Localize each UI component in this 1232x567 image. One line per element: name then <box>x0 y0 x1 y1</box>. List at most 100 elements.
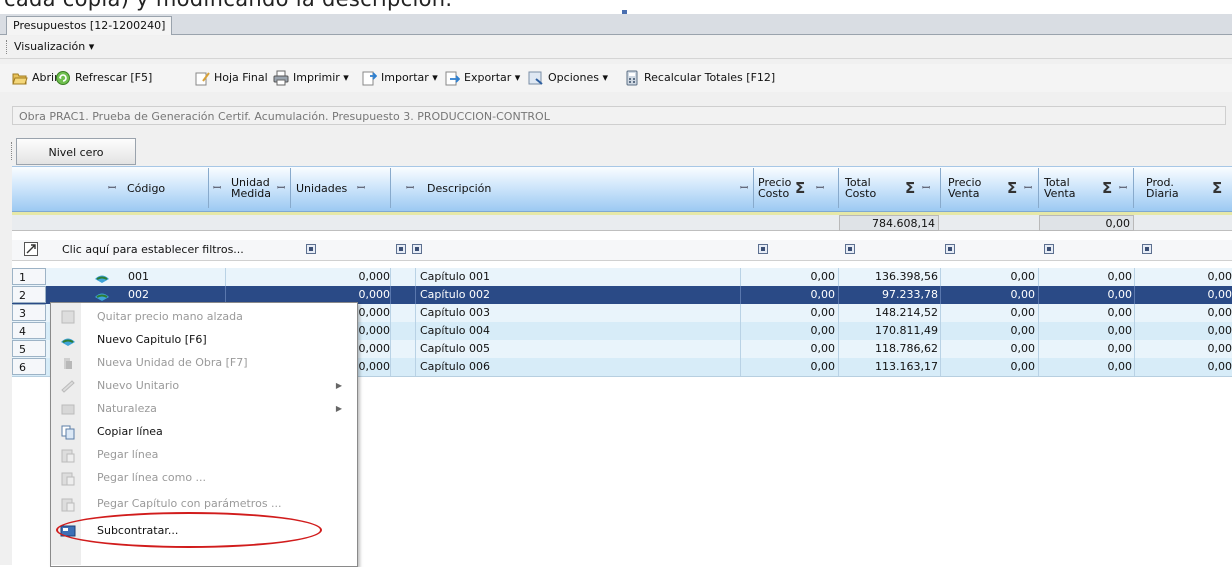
cell-prod[interactable]: 0,00 <box>1140 322 1232 340</box>
row-number[interactable]: 3 <box>12 304 46 321</box>
menu-item-naturaleza[interactable]: Naturaleza ▶ <box>52 398 354 420</box>
cell-total-costo[interactable]: 118.786,62 <box>840 340 938 358</box>
col-header-unidad-medida[interactable]: Unidad Medida <box>231 166 271 210</box>
col-header-precio-costo[interactable]: Precio Costo <box>758 166 791 210</box>
row-number[interactable]: 4 <box>12 322 46 339</box>
abrir-button[interactable]: Abrir <box>12 68 59 88</box>
cell-precio-costo[interactable]: 0,00 <box>750 268 836 286</box>
cell-precio-costo[interactable]: 0,00 <box>750 304 836 322</box>
filter-box-icon[interactable] <box>1044 244 1054 254</box>
col-header-precio-costo-line2: Costo <box>758 187 790 200</box>
pin-icon[interactable]: ꟷ <box>357 166 365 210</box>
sigma-icon[interactable]: Σ <box>795 166 805 210</box>
cell-unidades[interactable]: 0,000 <box>290 268 391 286</box>
cell-prod[interactable]: 0,00 <box>1140 268 1232 286</box>
cell-precio-costo[interactable]: 0,00 <box>750 358 836 376</box>
col-header-prod-diaria[interactable]: Prod. Diaria <box>1146 166 1179 210</box>
filter-box-icon[interactable] <box>758 244 768 254</box>
filter-box-icon[interactable] <box>396 244 406 254</box>
cell-total-venta[interactable]: 0,00 <box>1040 358 1133 376</box>
pin-icon[interactable]: ꟷ <box>740 166 748 210</box>
menu-item-nuevo-capitulo[interactable]: Nuevo Capitulo [F6] <box>52 329 354 351</box>
cell-total-venta[interactable]: 0,00 <box>1040 304 1133 322</box>
menu-item-pegar-linea[interactable]: Pegar línea <box>52 444 354 466</box>
sigma-icon[interactable]: Σ <box>905 166 915 210</box>
cell-descripcion[interactable]: Capítulo 004 <box>420 322 720 340</box>
cell-divider <box>940 304 941 322</box>
cell-descripcion[interactable]: Capítulo 001 <box>420 268 720 286</box>
menu-item-copiar-linea[interactable]: Copiar línea <box>52 421 354 443</box>
cell-total-costo[interactable]: 148.214,52 <box>840 304 938 322</box>
cell-total-costo[interactable]: 136.398,56 <box>840 268 938 286</box>
col-header-codigo[interactable]: Código <box>127 166 165 210</box>
filter-box-icon[interactable] <box>945 244 955 254</box>
cell-prod[interactable]: 0,00 <box>1140 304 1232 322</box>
col-header-unidades[interactable]: Unidades <box>296 166 347 210</box>
cell-total-venta[interactable]: 0,00 <box>1040 340 1133 358</box>
col-header-precio-venta[interactable]: Precio Venta <box>948 166 981 210</box>
pin-icon[interactable]: ꟷ <box>816 166 824 210</box>
cell-precio-costo[interactable]: 0,00 <box>750 322 836 340</box>
pin-icon[interactable]: ꟷ <box>213 166 221 210</box>
hoja-final-button[interactable]: Hoja Final <box>194 68 268 88</box>
cell-total-venta[interactable]: 0,00 <box>1040 268 1133 286</box>
cell-precio-venta[interactable]: 0,00 <box>945 268 1036 286</box>
cell-precio-venta[interactable]: 0,00 <box>945 304 1036 322</box>
cell-total-costo[interactable]: 113.163,17 <box>840 358 938 376</box>
cell-total-costo[interactable]: 97.233,78 <box>840 286 938 304</box>
cell-total-venta[interactable]: 0,00 <box>1040 286 1133 304</box>
row-number[interactable]: 1 <box>12 268 46 285</box>
sigma-icon[interactable]: Σ <box>1102 166 1112 210</box>
col-header-total-venta[interactable]: Total Venta <box>1044 166 1075 210</box>
cell-precio-venta[interactable]: 0,00 <box>945 286 1036 304</box>
row-number[interactable]: 6 <box>12 358 46 375</box>
cell-descripcion[interactable]: Capítulo 003 <box>420 304 720 322</box>
document-tab-presupuestos[interactable]: Presupuestos [12-1200240] <box>6 16 173 35</box>
cell-precio-costo[interactable]: 0,00 <box>750 340 836 358</box>
cell-prod[interactable]: 0,00 <box>1140 286 1232 304</box>
cell-prod[interactable]: 0,00 <box>1140 358 1232 376</box>
opciones-button[interactable]: Opciones ▾ <box>528 68 608 88</box>
cell-precio-venta[interactable]: 0,00 <box>945 322 1036 340</box>
menu-item-nuevo-unitario[interactable]: Nuevo Unitario ▶ <box>52 375 354 397</box>
cell-total-venta[interactable]: 0,00 <box>1040 322 1133 340</box>
cell-descripcion[interactable]: Capítulo 005 <box>420 340 720 358</box>
filter-box-icon[interactable] <box>412 244 422 254</box>
cell-codigo[interactable]: 001 <box>128 268 188 286</box>
menu-item-quitar-precio[interactable]: Quitar precio mano alzada <box>52 306 354 328</box>
pin-icon[interactable]: ꟷ <box>922 166 930 210</box>
menu-visualizacion[interactable]: Visualización ▾ <box>14 38 94 56</box>
pin-icon[interactable]: ꟷ <box>108 166 116 210</box>
cell-precio-costo[interactable]: 0,00 <box>750 286 836 304</box>
menu-item-nueva-unidad[interactable]: Nueva Unidad de Obra [F7] <box>52 352 354 374</box>
pin-icon[interactable]: ꟷ <box>406 166 414 210</box>
cell-precio-venta[interactable]: 0,00 <box>945 340 1036 358</box>
pin-icon[interactable]: ꟷ <box>1119 166 1127 210</box>
cell-prod[interactable]: 0,00 <box>1140 340 1232 358</box>
sigma-icon[interactable]: Σ <box>1007 166 1017 210</box>
cell-precio-venta[interactable]: 0,00 <box>945 358 1036 376</box>
refrescar-button[interactable]: Refrescar [F5] <box>55 68 152 88</box>
exportar-button[interactable]: Exportar ▾ <box>444 68 520 88</box>
filter-box-icon[interactable] <box>306 244 316 254</box>
pin-icon[interactable]: ꟷ <box>277 166 285 210</box>
cell-descripcion[interactable]: Capítulo 002 <box>420 286 720 304</box>
cell-total-costo[interactable]: 170.811,49 <box>840 322 938 340</box>
sigma-icon[interactable]: Σ <box>1212 166 1222 210</box>
recalcular-button[interactable]: Recalcular Totales [F12] <box>624 68 775 88</box>
imprimir-button[interactable]: Imprimir ▾ <box>273 68 349 88</box>
menu-item-pegar-linea-como[interactable]: Pegar línea como ... <box>52 467 354 489</box>
cell-descripcion[interactable]: Capítulo 006 <box>420 358 720 376</box>
pin-icon[interactable]: ꟷ <box>1024 166 1032 210</box>
filter-prompt[interactable]: Clic aquí para establecer filtros... <box>62 240 244 260</box>
col-header-total-costo[interactable]: Total Costo <box>845 166 876 210</box>
cell-divider <box>838 304 839 322</box>
filter-editor-icon[interactable] <box>24 242 38 256</box>
row-number[interactable]: 2 <box>12 286 46 303</box>
importar-button[interactable]: Importar ▾ <box>361 68 438 88</box>
col-header-descripcion[interactable]: Descripción <box>427 166 491 210</box>
filter-box-icon[interactable] <box>845 244 855 254</box>
row-number[interactable]: 5 <box>12 340 46 357</box>
nivel-cero-button[interactable]: Nivel cero <box>16 138 136 165</box>
filter-box-icon[interactable] <box>1142 244 1152 254</box>
